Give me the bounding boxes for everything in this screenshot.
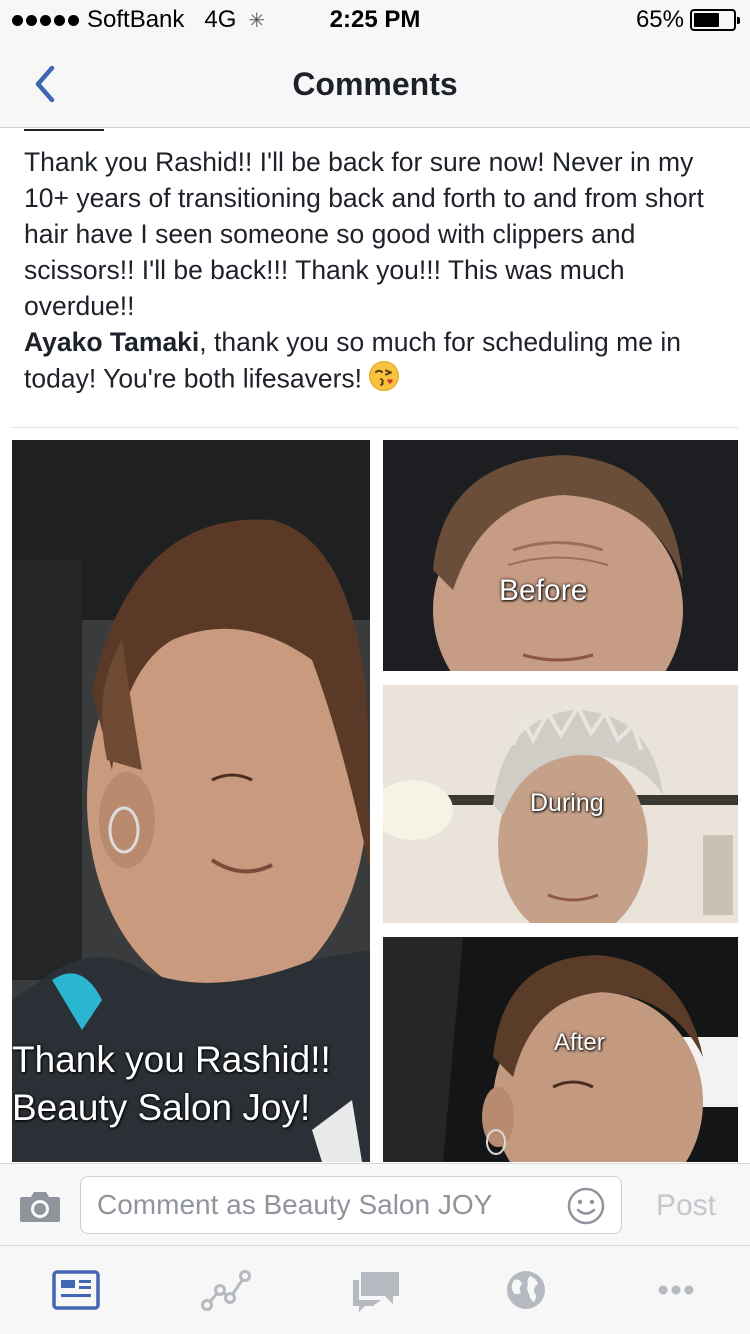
status-bar: SoftBank 4G ✳ 2:25 PM 65% bbox=[0, 0, 750, 40]
after-caption: After bbox=[554, 1029, 605, 1056]
navigation-bar: Comments bbox=[0, 40, 750, 128]
main-photo-caption: Thank you Rashid!! Beauty Salon Joy! bbox=[12, 1036, 331, 1132]
carrier-name: SoftBank bbox=[87, 6, 185, 33]
before-caption: Before bbox=[499, 574, 588, 607]
messages-icon bbox=[353, 1272, 399, 1312]
comment-input[interactable] bbox=[80, 1176, 622, 1234]
during-photo[interactable]: During bbox=[383, 685, 738, 923]
main-caption-line-1: Thank you Rashid!! bbox=[12, 1039, 331, 1080]
tab-activity[interactable] bbox=[196, 1264, 256, 1316]
page-title: Comments bbox=[292, 66, 458, 102]
smiley-icon bbox=[567, 1187, 605, 1225]
face-blowing-kiss-icon bbox=[368, 360, 400, 401]
activity-spinner-icon: ✳ bbox=[248, 9, 266, 32]
battery-percent: 65% bbox=[635, 6, 684, 33]
globe-icon bbox=[507, 1271, 545, 1309]
main-caption-line-2: Beauty Salon Joy! bbox=[12, 1087, 311, 1128]
before-photo-image bbox=[383, 440, 738, 671]
after-photo[interactable]: After bbox=[383, 937, 738, 1162]
comment-composer: Post bbox=[0, 1163, 750, 1245]
tab-news-feed[interactable] bbox=[46, 1264, 106, 1316]
comment: Thank you Rashid!! I'll be back for sure… bbox=[0, 129, 750, 429]
news-feed-icon bbox=[52, 1270, 100, 1310]
tab-bar bbox=[0, 1245, 750, 1334]
photo-collage[interactable]: Thank you Rashid!! Beauty Salon Joy! Bef… bbox=[12, 440, 738, 1162]
tab-notifications[interactable] bbox=[496, 1264, 556, 1316]
battery-fill bbox=[694, 13, 719, 27]
emoji-picker-button[interactable] bbox=[566, 1186, 606, 1226]
tab-messages[interactable] bbox=[346, 1264, 406, 1316]
comment-text-paragraph-2: Ayako Tamaki, thank you so much for sche… bbox=[24, 324, 724, 401]
tab-more[interactable] bbox=[646, 1264, 706, 1316]
network-type: 4G bbox=[204, 6, 237, 33]
comment-text-paragraph: Thank you Rashid!! I'll be back for sure… bbox=[24, 147, 704, 321]
camera-icon bbox=[20, 1192, 60, 1222]
after-selfie-photo[interactable]: Thank you Rashid!! Beauty Salon Joy! bbox=[12, 440, 370, 1162]
separator bbox=[12, 427, 738, 428]
battery-icon bbox=[690, 9, 740, 31]
during-caption: During bbox=[530, 789, 604, 817]
camera-button[interactable] bbox=[18, 1188, 62, 1224]
divider bbox=[24, 129, 104, 131]
more-icon bbox=[658, 1285, 694, 1295]
activity-graph-icon bbox=[201, 1270, 251, 1311]
mention-link[interactable]: Ayako Tamaki bbox=[24, 327, 199, 357]
before-photo[interactable]: Before bbox=[383, 440, 738, 671]
post-button[interactable]: Post bbox=[636, 1186, 736, 1226]
signal-strength-icon bbox=[12, 14, 79, 26]
battery-indicator: 65% bbox=[635, 6, 740, 34]
comment-body: Thank you Rashid!! I'll be back for sure… bbox=[24, 144, 724, 401]
